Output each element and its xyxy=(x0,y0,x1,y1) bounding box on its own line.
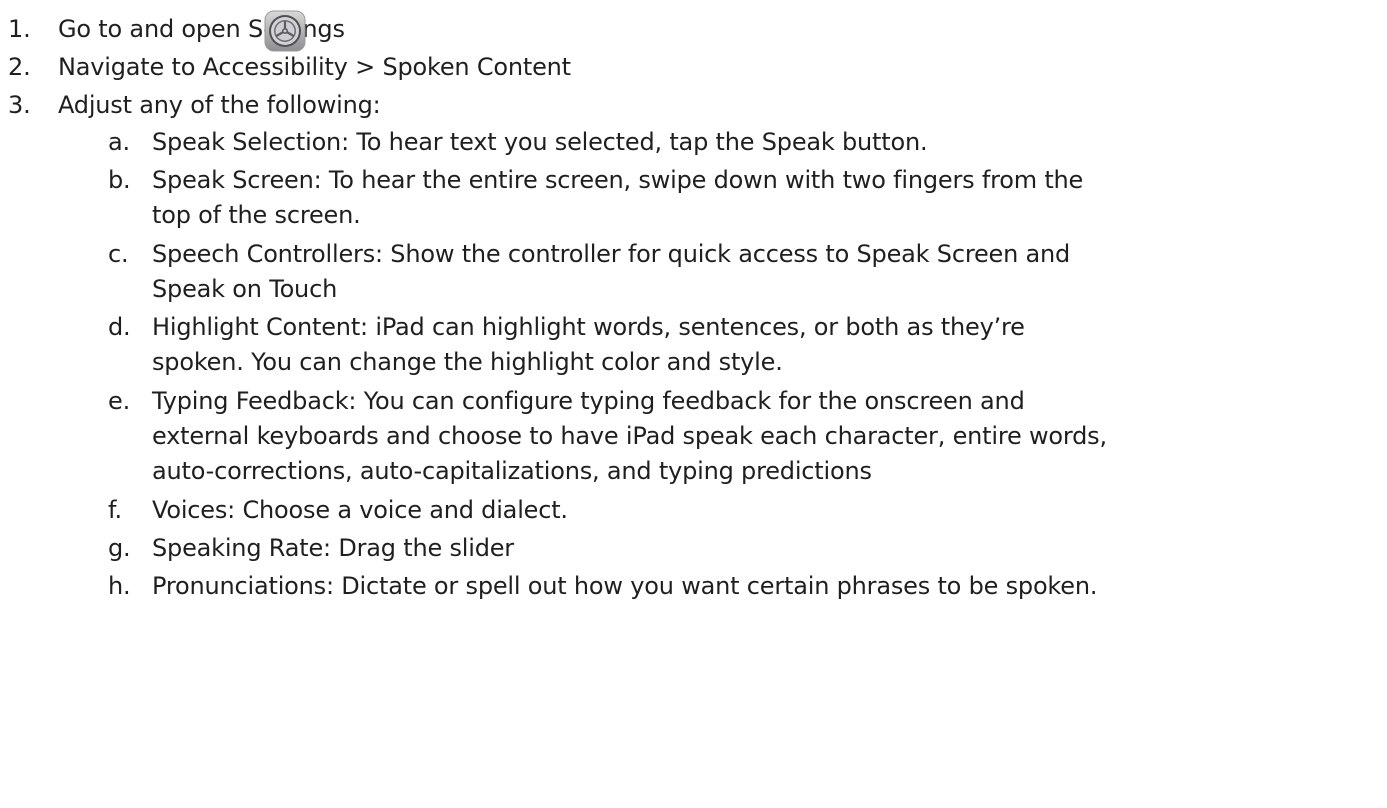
substep-text: Highlight Content: iPad can highlight wo… xyxy=(152,313,1025,341)
substep-text: Speak Screen: To hear the entire screen,… xyxy=(152,166,1084,194)
substep-text: Speak on Touch xyxy=(152,275,338,303)
substep-text: Pronunciations: Dictate or spell out how… xyxy=(152,572,1098,600)
substep-text: Speak Selection: To hear text you select… xyxy=(152,128,928,156)
substep-text: Speaking Rate: Drag the slider xyxy=(152,534,514,562)
step-text: Adjust any of the following: xyxy=(58,91,381,119)
substep-text: Speech Controllers: Show the controller … xyxy=(152,240,1071,268)
step-number: 2. xyxy=(8,53,31,81)
step-text: Navigate to Accessibility > Spoken Conte… xyxy=(58,53,571,81)
substep-letter: e. xyxy=(108,387,130,415)
settings-gear-icon xyxy=(264,10,306,52)
substep-letter: f. xyxy=(108,496,122,524)
substep-letter: a. xyxy=(108,128,130,156)
substep-text: Voices: Choose a voice and dialect. xyxy=(152,496,568,524)
step-number: 3. xyxy=(8,91,31,119)
substep-letter: b. xyxy=(108,166,131,194)
substep-text: auto-corrections, auto-capitalizations, … xyxy=(152,457,872,485)
substep-text: external keyboards and choose to have iP… xyxy=(152,422,1107,450)
instruction-document: 1. Go to and open Settings 2. Navigate t… xyxy=(0,0,1387,808)
substep-letter: g. xyxy=(108,534,131,562)
substep-text: top of the screen. xyxy=(152,201,361,229)
substep-text: spoken. You can change the highlight col… xyxy=(152,348,783,376)
substep-letter: d. xyxy=(108,313,131,341)
step-number: 1. xyxy=(8,15,31,43)
substep-text: Typing Feedback: You can configure typin… xyxy=(152,387,1025,415)
substep-letter: c. xyxy=(108,240,129,268)
substep-letter: h. xyxy=(108,572,131,600)
